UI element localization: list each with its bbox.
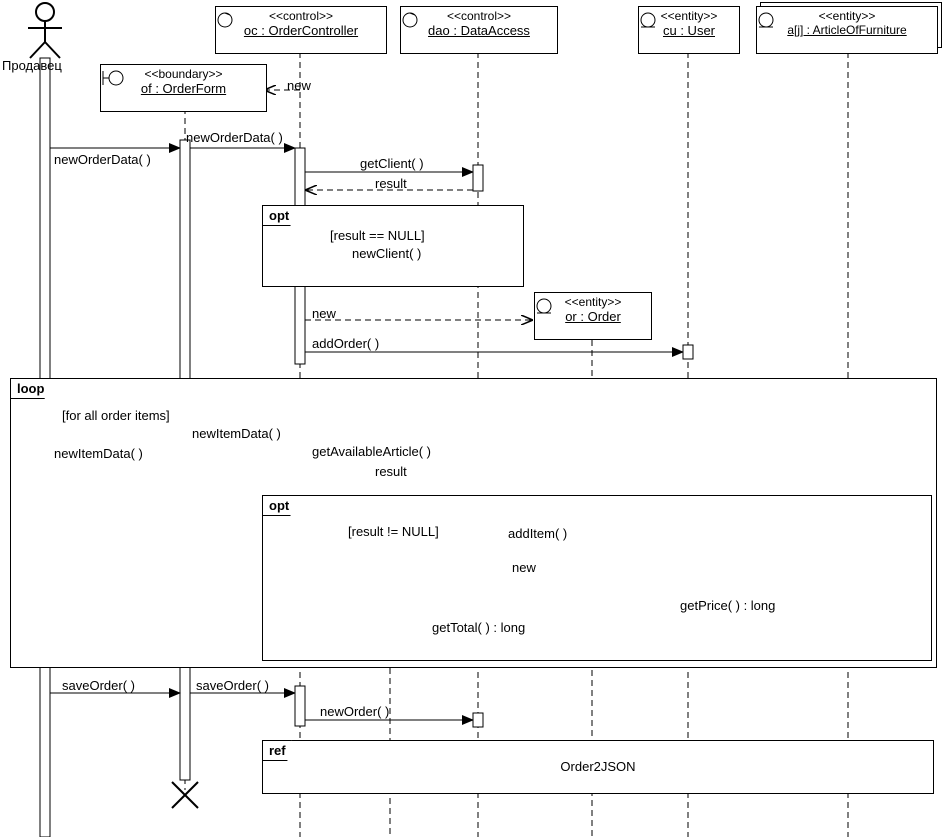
ref-frame: ref Order2JSON (262, 740, 934, 794)
opt1-guard: [result == NULL] (330, 228, 425, 243)
msg-getclient: getClient( ) (360, 156, 424, 171)
msg-saveorder-of: saveOrder( ) (196, 678, 269, 693)
msg-new-of: new (287, 78, 311, 93)
frame-label-ref: ref (262, 740, 292, 761)
lifeline-oc: <<control>> oc : OrderController (215, 6, 387, 54)
lifeline-label: dao : DataAccess (401, 23, 557, 38)
stereotype: <<entity>> (757, 9, 937, 23)
lifeline-of: <<boundary>> of : OrderForm (100, 64, 267, 112)
msg-new-oi: new (512, 560, 536, 575)
msg-newclient: newClient( ) (352, 246, 421, 261)
actor-figure (28, 3, 62, 58)
msg-getprice: getPrice( ) : long (680, 598, 775, 613)
msg-neworderdata-actor: newOrderData( ) (54, 152, 151, 167)
msg-gettotal: getTotal( ) : long (432, 620, 525, 635)
msg-addorder: addOrder( ) (312, 336, 379, 351)
msg-saveorder-actor: saveOrder( ) (62, 678, 135, 693)
lifeline-label: oc : OrderController (216, 23, 386, 38)
opt2-guard: [result != NULL] (348, 524, 439, 539)
opt-frame-2: opt (262, 495, 932, 661)
actor-label: Продавец (2, 58, 62, 73)
frame-label-opt: opt (262, 495, 295, 516)
msg-neworderdata-of: newOrderData( ) (186, 130, 283, 145)
frame-label-opt: opt (262, 205, 295, 226)
msg-neworder: newOrder( ) (320, 704, 389, 719)
sequence-diagram: Продавец <<control>> oc : OrderControlle… (0, 0, 945, 837)
stereotype: <<control>> (401, 9, 557, 23)
loop-guard: [for all order items] (62, 408, 170, 423)
lifeline-label: a[j] : ArticleOfFurniture (757, 23, 937, 37)
stereotype: <<control>> (216, 9, 386, 23)
frame-label-loop: loop (10, 378, 50, 399)
ref-label: Order2JSON (263, 759, 933, 774)
msg-getavailablearticle: getAvailableArticle( ) (312, 444, 431, 459)
msg-result2: result (375, 464, 407, 479)
msg-additem: addItem( ) (508, 526, 567, 541)
msg-newitemdata-actor: newItemData( ) (54, 446, 143, 461)
msg-new-or: new (312, 306, 336, 321)
lifeline-or: <<entity>> or : Order (534, 292, 652, 340)
msg-newitemdata-of: newItemData( ) (192, 426, 281, 441)
msg-result1: result (375, 176, 407, 191)
lifeline-dao: <<control>> dao : DataAccess (400, 6, 558, 54)
lifeline-af: <<entity>> a[j] : ArticleOfFurniture (756, 6, 938, 54)
lifeline-cu: <<entity>> cu : User (638, 6, 740, 54)
